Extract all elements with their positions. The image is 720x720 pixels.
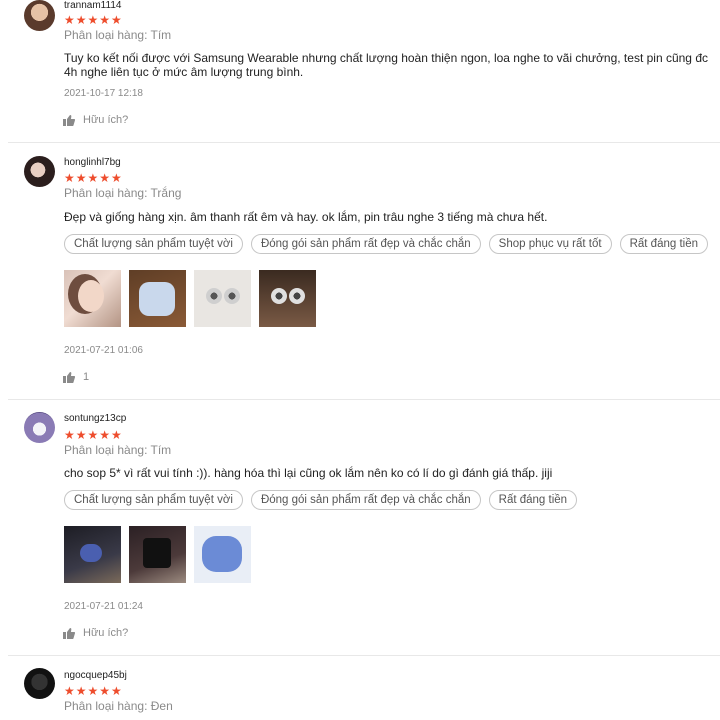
review-comment: Đẹp và giống hàng xịn. âm thanh rất êm v… (64, 210, 548, 224)
review-media (64, 270, 316, 327)
review-tag: Đóng gói sản phẩm rất đẹp và chắc chắn (250, 234, 481, 254)
review-photo[interactable] (129, 270, 186, 327)
review-tag: Chất lượng sản phẩm tuyệt vời (64, 490, 243, 510)
review-photo[interactable] (194, 270, 251, 327)
more-vertical-icon[interactable]: ⋮ (716, 112, 720, 124)
review-photo[interactable] (64, 526, 121, 583)
review-tag: Rất đáng tiền (488, 490, 578, 510)
review-tag: Đóng gói sản phẩm rất đẹp và chắc chắn (250, 490, 481, 510)
review-timestamp: 2021-10-17 12:18 (64, 88, 143, 99)
review-timestamp: 2021-07-21 01:24 (64, 601, 143, 612)
review-tag: Rất đáng tiền (619, 234, 709, 254)
review-photo[interactable] (194, 526, 251, 583)
divider (8, 399, 720, 400)
like-label: Hữu ích? (83, 114, 129, 126)
thumbs-up-icon (63, 114, 75, 126)
review-variation: Phân loại hàng: Trắng (64, 186, 182, 200)
review-tag: Chất lượng sản phẩm tuyệt vời (64, 234, 243, 254)
avatar[interactable] (24, 0, 55, 31)
review-tags: Chất lượng sản phẩm tuyệt vời Đóng gói s… (64, 234, 709, 254)
rating-stars: ★★★★★ (64, 684, 123, 698)
more-vertical-icon[interactable]: ⋮ (716, 369, 720, 381)
review-tags: Chất lượng sản phẩm tuyệt vời Đóng gói s… (64, 490, 578, 510)
like-label: Hữu ích? (83, 627, 129, 639)
review-variation: Phân loại hàng: Tím (64, 28, 172, 42)
review-tag: Shop phục vụ rất tốt (488, 234, 612, 254)
like-count: 1 (83, 371, 90, 383)
rating-stars: ★★★★★ (64, 171, 123, 185)
divider (8, 655, 720, 656)
rating-stars: ★★★★★ (64, 428, 123, 442)
review-username[interactable]: ngocquep45bj (64, 670, 127, 681)
like-button[interactable]: 1 (63, 371, 89, 383)
like-button[interactable]: Hữu ích? (63, 114, 128, 126)
review-photo[interactable] (64, 270, 121, 327)
review-comment: Tuy ko kết nối được với Samsung Wearable… (64, 51, 708, 79)
review-username[interactable]: honglinhl7bg (64, 157, 121, 168)
thumbs-up-icon (63, 627, 75, 639)
review-comment: cho sop 5* vì rất vui tính :)). hàng hóa… (64, 466, 553, 480)
review-timestamp: 2021-07-21 01:06 (64, 345, 143, 356)
rating-stars: ★★★★★ (64, 13, 123, 27)
avatar[interactable] (24, 668, 55, 699)
more-vertical-icon[interactable]: ⋮ (716, 625, 720, 637)
review-variation: Phân loại hàng: Đen (64, 699, 173, 713)
avatar[interactable] (24, 412, 55, 443)
thumbs-up-icon (63, 371, 75, 383)
review-photo[interactable] (259, 270, 316, 327)
review-media (64, 526, 251, 583)
review-variation: Phân loại hàng: Tím (64, 443, 172, 457)
like-button[interactable]: Hữu ích? (63, 627, 128, 639)
avatar[interactable] (24, 156, 55, 187)
review-photo[interactable] (129, 526, 186, 583)
review-username[interactable]: trannam1114 (64, 0, 121, 11)
review-username[interactable]: sontungz13cp (64, 413, 126, 424)
divider (8, 142, 720, 143)
